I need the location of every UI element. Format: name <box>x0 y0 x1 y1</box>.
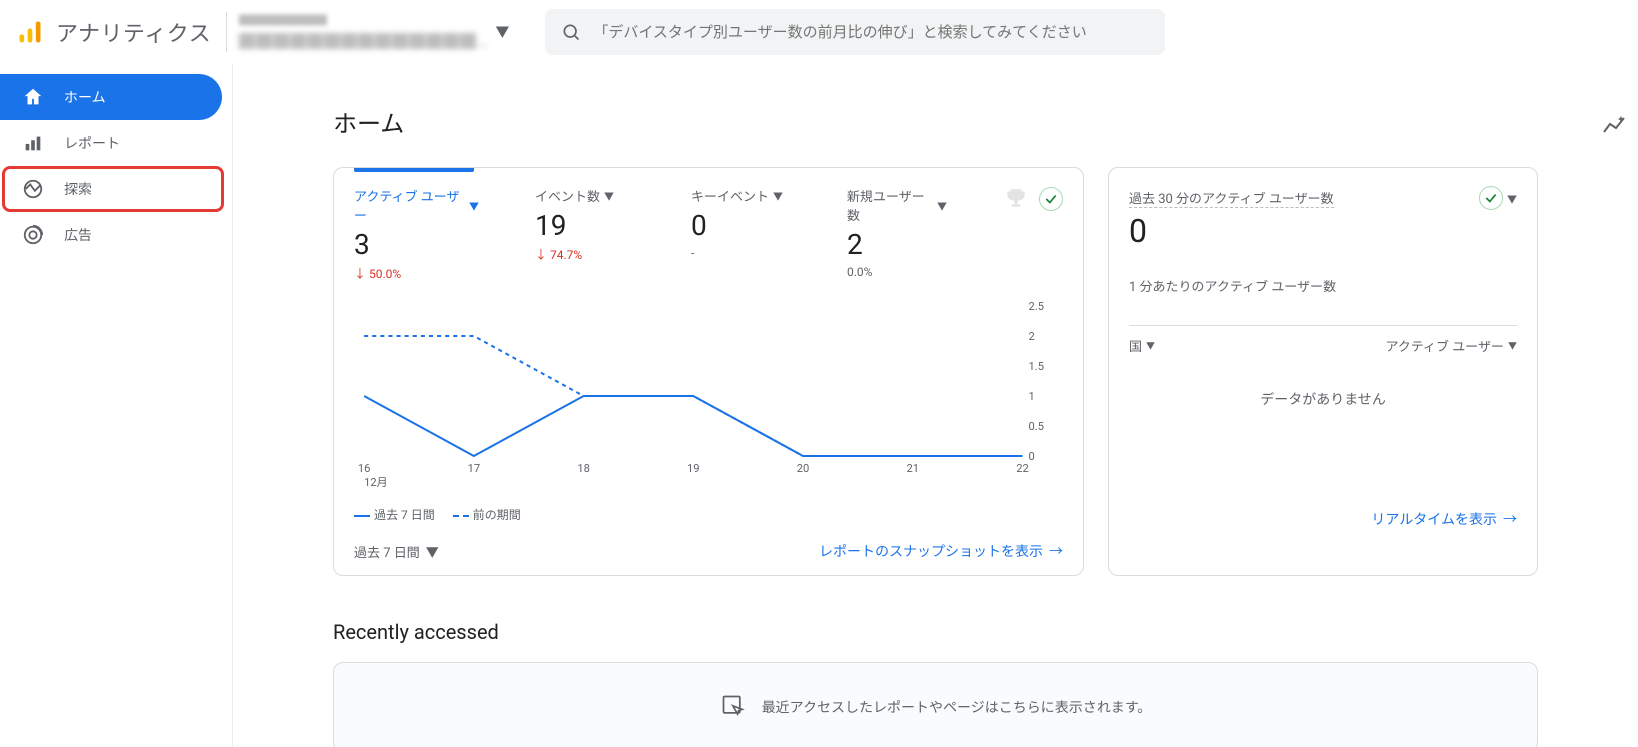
sidebar-item-label: レポート <box>64 133 120 153</box>
view-snapshot-link[interactable]: レポートのスナップショットを表示 → <box>819 541 1063 561</box>
app-header: アナリティクス ████████ ██████████████… ▼ <box>0 0 1638 64</box>
svg-text:1: 1 <box>1029 390 1035 403</box>
chevron-down-icon: ▼ <box>1508 339 1517 352</box>
page-title: ホーム <box>333 104 1538 139</box>
explore-icon <box>22 178 44 200</box>
date-range-label: 過去 7 日間 <box>354 542 420 561</box>
link-label: レポートのスナップショットを表示 <box>819 541 1043 561</box>
cursor-document-icon <box>720 693 748 721</box>
trophy-icon[interactable] <box>1003 186 1029 212</box>
chevron-down-icon[interactable]: ▼ <box>1507 191 1517 206</box>
realtime-users-header[interactable]: アクティブ ユーザー▼ <box>1385 336 1517 355</box>
arrow-right-icon: → <box>1049 541 1063 561</box>
sidebar-item-label: 広告 <box>64 225 92 245</box>
svg-text:19: 19 <box>687 462 700 475</box>
svg-text:12月: 12月 <box>364 476 388 489</box>
chevron-down-icon: ▼ <box>469 198 479 213</box>
arrow-right-icon: → <box>1503 509 1517 529</box>
realtime-country-header[interactable]: 国▼ <box>1129 336 1155 355</box>
metric-delta: - <box>691 246 791 260</box>
search-bar[interactable] <box>545 9 1165 55</box>
metric-new-users[interactable]: 新規ユーザー数 ▼ 2 0.0% <box>847 186 947 279</box>
svg-text:2: 2 <box>1029 330 1035 343</box>
chevron-down-icon: ▼ <box>495 22 509 42</box>
active-metric-indicator <box>354 168 474 172</box>
realtime-subtitle: 1 分あたりのアクティブ ユーザー数 <box>1129 276 1517 295</box>
svg-text:0.5: 0.5 <box>1029 420 1044 433</box>
chevron-down-icon: ▼ <box>1146 339 1155 352</box>
sidebar-item-reports[interactable]: レポート <box>0 120 222 166</box>
recently-empty-message: 最近アクセスしたレポートやページはこちらに表示されます。 <box>762 697 1152 717</box>
chevron-down-icon: ▼ <box>426 542 439 561</box>
metric-value: 3 <box>354 228 479 261</box>
search-input[interactable] <box>581 24 1149 41</box>
svg-text:18: 18 <box>577 462 590 475</box>
recently-accessed-card: 最近アクセスしたレポートやページはこちらに表示されます。 <box>333 662 1538 747</box>
metric-value: 0 <box>691 209 791 242</box>
metric-label: イベント数 <box>535 186 600 205</box>
sidebar-item-label: 探索 <box>64 179 92 199</box>
metric-label: キーイベント <box>691 186 769 205</box>
sidebar: ホーム レポート 探索 広告 <box>0 64 232 747</box>
realtime-empty-message: データがありません <box>1129 389 1517 409</box>
metric-delta: ↓ 74.7% <box>535 246 635 263</box>
insights-button[interactable] <box>1602 114 1626 142</box>
chevron-down-icon: ▼ <box>604 188 614 203</box>
divider <box>1129 325 1517 326</box>
line-chart: 0 0.5 1 1.5 2 2.5 16 17 18 19 20 21 22 12月 <box>354 296 1063 496</box>
chevron-down-icon: ▼ <box>773 188 783 203</box>
analytics-logo-icon <box>16 18 44 46</box>
svg-text:17: 17 <box>468 462 481 475</box>
svg-text:22: 22 <box>1016 462 1029 475</box>
svg-text:2.5: 2.5 <box>1029 300 1044 313</box>
sparkle-line-icon <box>1602 114 1626 138</box>
metric-delta: 0.0% <box>847 265 947 279</box>
legend-current: 過去 7 日間 <box>374 508 435 522</box>
svg-text:1.5: 1.5 <box>1029 360 1044 373</box>
sidebar-item-explore[interactable]: 探索 <box>0 166 222 212</box>
property-selector[interactable]: ████████ ██████████████… ▼ <box>226 12 521 52</box>
realtime-title: 過去 30 分のアクティブ ユーザー数 <box>1129 188 1334 208</box>
metric-value: 19 <box>535 209 635 242</box>
reports-icon <box>22 132 44 154</box>
svg-text:16: 16 <box>358 462 371 475</box>
sidebar-item-home[interactable]: ホーム <box>0 74 222 120</box>
overview-card: アクティブ ユーザー▼ 3 ↓ 50.0% イベント数▼ 19 ↓ 74.7% … <box>333 167 1084 576</box>
ads-icon <box>22 224 44 246</box>
view-realtime-link[interactable]: リアルタイムを表示 → <box>1371 509 1517 529</box>
chevron-down-icon: ▼ <box>937 198 947 213</box>
link-label: リアルタイムを表示 <box>1371 509 1497 529</box>
svg-text:21: 21 <box>907 462 920 475</box>
status-check-icon[interactable] <box>1479 186 1503 210</box>
product-logo: アナリティクス <box>16 16 226 48</box>
search-icon <box>561 22 581 42</box>
metric-active-users[interactable]: アクティブ ユーザー ▼ 3 ↓ 50.0% <box>354 186 479 282</box>
sidebar-item-label: ホーム <box>64 87 106 107</box>
metric-delta: ↓ 50.0% <box>354 265 479 282</box>
product-name: アナリティクス <box>56 16 211 48</box>
metric-label: アクティブ ユーザー <box>354 186 465 224</box>
legend-previous: 前の期間 <box>473 508 521 522</box>
main-content: ホーム アクティブ ユーザー▼ 3 ↓ 50.0% イベント数▼ 19 <box>232 64 1638 747</box>
metric-events[interactable]: イベント数 ▼ 19 ↓ 74.7% <box>535 186 635 263</box>
metric-key-events[interactable]: キーイベント ▼ 0 - <box>691 186 791 260</box>
sidebar-item-ads[interactable]: 広告 <box>0 212 222 258</box>
realtime-card: 過去 30 分のアクティブ ユーザー数 ▼ 0 1 分あたりのアクティブ ユーザ… <box>1108 167 1538 576</box>
home-icon <box>22 86 44 108</box>
metric-label: 新規ユーザー数 <box>847 186 933 224</box>
date-range-selector[interactable]: 過去 7 日間 ▼ <box>354 542 439 561</box>
svg-text:0: 0 <box>1029 450 1035 463</box>
chart-legend: 過去 7 日間 前の期間 <box>354 506 1063 523</box>
recently-accessed-title: Recently accessed <box>333 620 1538 644</box>
status-check-icon[interactable] <box>1039 187 1063 211</box>
metric-value: 2 <box>847 228 947 261</box>
svg-text:20: 20 <box>797 462 810 475</box>
realtime-value: 0 <box>1129 212 1517 250</box>
